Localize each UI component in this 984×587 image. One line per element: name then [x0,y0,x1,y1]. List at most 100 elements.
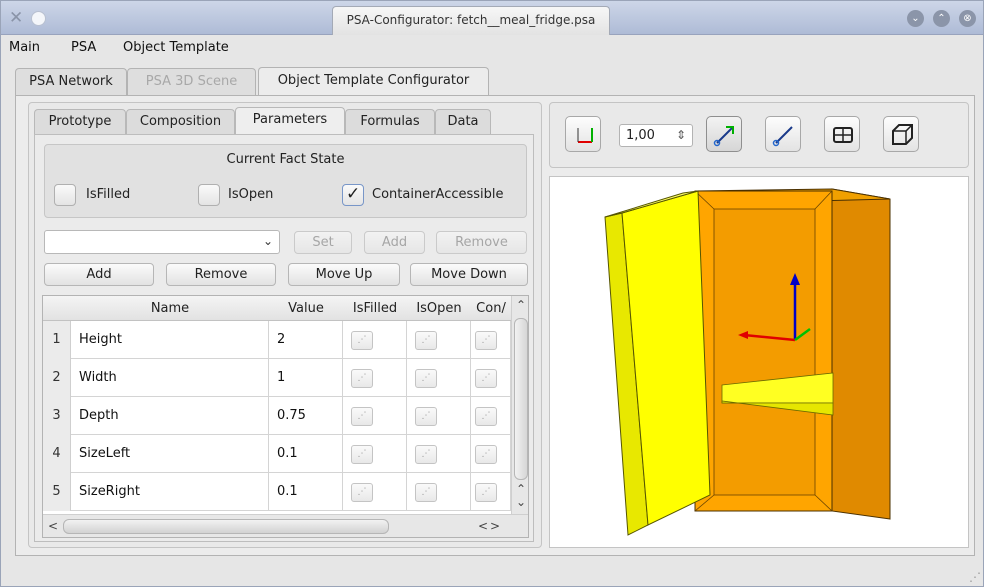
cell-isopen: ⋰ [407,321,471,359]
translate-icon [713,126,734,147]
isopen-label: IsOpen [228,187,274,202]
title-bar: ✕ PSA-Configurator: fetch__meal_fridge.p… [1,1,983,35]
cell-name[interactable]: Width [71,359,269,397]
scroll-down-icon[interactable]: ⌄ [513,495,528,509]
scroll-up-icon[interactable]: ⌃ [513,298,528,312]
formula-cell-button[interactable]: ⋰ [415,331,437,350]
formula-cell-button[interactable]: ⋰ [475,483,497,502]
fact-state-title: Current Fact State [226,152,345,167]
remove-fact-button[interactable]: Remove [436,231,527,254]
table-row[interactable]: 4 SizeLeft 0.1 ⋰ ⋰ ⋰ [43,435,513,473]
table-row[interactable]: 1 Height 2 ⋰ ⋰ ⋰ [43,321,513,359]
horizontal-scrollbar[interactable]: < < > [43,514,528,537]
column-isfilled[interactable]: IsFilled [343,296,407,321]
row-number: 1 [43,321,71,359]
fridge-model [604,188,891,536]
line-icon [772,126,793,147]
line-tool-button[interactable] [765,116,801,152]
cell-name[interactable]: SizeLeft [71,435,269,473]
formula-cell-button[interactable]: ⋰ [415,483,437,502]
cell-name[interactable]: Depth [71,397,269,435]
column-isopen[interactable]: IsOpen [407,296,471,321]
add-parameter-button[interactable]: Add [44,263,154,286]
close-icon[interactable]: ⊗ [959,10,976,27]
column-containeraccessible[interactable]: Con/ [471,296,511,321]
grid-view-button[interactable] [824,116,860,152]
cell-isopen: ⋰ [407,359,471,397]
table-row[interactable]: 2 Width 1 ⋰ ⋰ ⋰ [43,359,513,397]
horizontal-scroll-thumb[interactable] [63,519,389,534]
reset-view-button[interactable] [565,116,601,152]
remove-parameter-button[interactable]: Remove [166,263,276,286]
3d-viewport[interactable] [549,176,969,548]
row-number: 3 [43,397,71,435]
menu-object-template[interactable]: Object Template [123,40,229,55]
formula-cell-button[interactable]: ⋰ [475,331,497,350]
formula-cell-button[interactable]: ⋰ [415,407,437,426]
scroll-left-icon[interactable]: < [45,519,61,533]
cell-containeraccessible: ⋰ [471,397,511,435]
formula-cell-button[interactable]: ⋰ [415,369,437,388]
cell-name[interactable]: Height [71,321,269,359]
grid-icon [833,127,853,143]
app-icon[interactable]: ✕ [9,10,29,27]
resize-grip-icon[interactable]: ⋰ [969,570,981,584]
formula-cell-button[interactable]: ⋰ [351,407,373,426]
menu-psa[interactable]: PSA [71,40,96,55]
formula-cell-button[interactable]: ⋰ [415,445,437,464]
move-up-button[interactable]: Move Up [288,263,400,286]
formula-cell-button[interactable]: ⋰ [351,331,373,350]
cell-containeraccessible: ⋰ [471,359,511,397]
scale-spinbox[interactable]: 1,00 ⇕ [619,124,693,147]
cell-containeraccessible: ⋰ [471,435,511,473]
chevron-down-icon: ⌄ [262,234,273,248]
vertical-scroll-thumb[interactable] [514,318,528,480]
table-row[interactable]: 3 Depth 0.75 ⋰ ⋰ ⋰ [43,397,513,435]
cell-value[interactable]: 0.1 [269,435,343,473]
table-row[interactable]: 5 SizeRight 0.1 ⋰ ⋰ ⋰ [43,473,513,511]
tab-object-template-configurator[interactable]: Object Template Configurator [258,67,489,96]
cell-containeraccessible: ⋰ [471,473,511,511]
tab-prototype[interactable]: Prototype [34,109,126,134]
vertical-scrollbar[interactable]: ⌃ ⌃ ⌄ [511,296,528,514]
table-header: Name Value IsFilled IsOpen Con/ [43,296,513,321]
column-name[interactable]: Name [71,296,269,321]
cell-value[interactable]: 0.1 [269,473,343,511]
translate-tool-button[interactable] [706,116,742,152]
formula-cell-button[interactable]: ⋰ [475,445,497,464]
set-button[interactable]: Set [294,231,352,254]
scroll-up-icon[interactable]: ⌃ [513,482,528,496]
maximize-icon[interactable]: ⌃ [933,10,950,27]
add-fact-button[interactable]: Add [364,231,425,254]
formula-cell-button[interactable]: ⋰ [351,445,373,464]
3d-view-button[interactable] [883,116,919,152]
tab-formulas[interactable]: Formulas [345,109,435,134]
formula-cell-button[interactable]: ⋰ [351,369,373,388]
tab-psa-network[interactable]: PSA Network [15,68,127,95]
move-down-button[interactable]: Move Down [410,263,528,286]
scroll-right-icon[interactable]: > [487,519,503,533]
cell-isopen: ⋰ [407,473,471,511]
cell-value[interactable]: 1 [269,359,343,397]
tab-parameters[interactable]: Parameters [235,107,345,135]
tab-composition[interactable]: Composition [126,109,235,134]
cell-value[interactable]: 0.75 [269,397,343,435]
tab-data[interactable]: Data [435,109,491,134]
axes-icon [577,128,593,143]
containeraccessible-checkbox[interactable]: ✓ [342,184,364,206]
fact-combo[interactable]: ⌄ [44,230,280,254]
cell-name[interactable]: SizeRight [71,473,269,511]
formula-cell-button[interactable]: ⋰ [351,483,373,502]
sticky-icon[interactable] [31,11,46,26]
row-number: 4 [43,435,71,473]
menu-bar: Main PSA Object Template [1,35,983,61]
formula-cell-button[interactable]: ⋰ [475,369,497,388]
isfilled-checkbox[interactable] [54,184,76,206]
isopen-checkbox[interactable] [198,184,220,206]
menu-main[interactable]: Main [9,40,40,55]
cell-value[interactable]: 2 [269,321,343,359]
spin-arrows-icon[interactable]: ⇕ [676,125,686,146]
minimize-icon[interactable]: ⌄ [907,10,924,27]
formula-cell-button[interactable]: ⋰ [475,407,497,426]
column-value[interactable]: Value [269,296,343,321]
